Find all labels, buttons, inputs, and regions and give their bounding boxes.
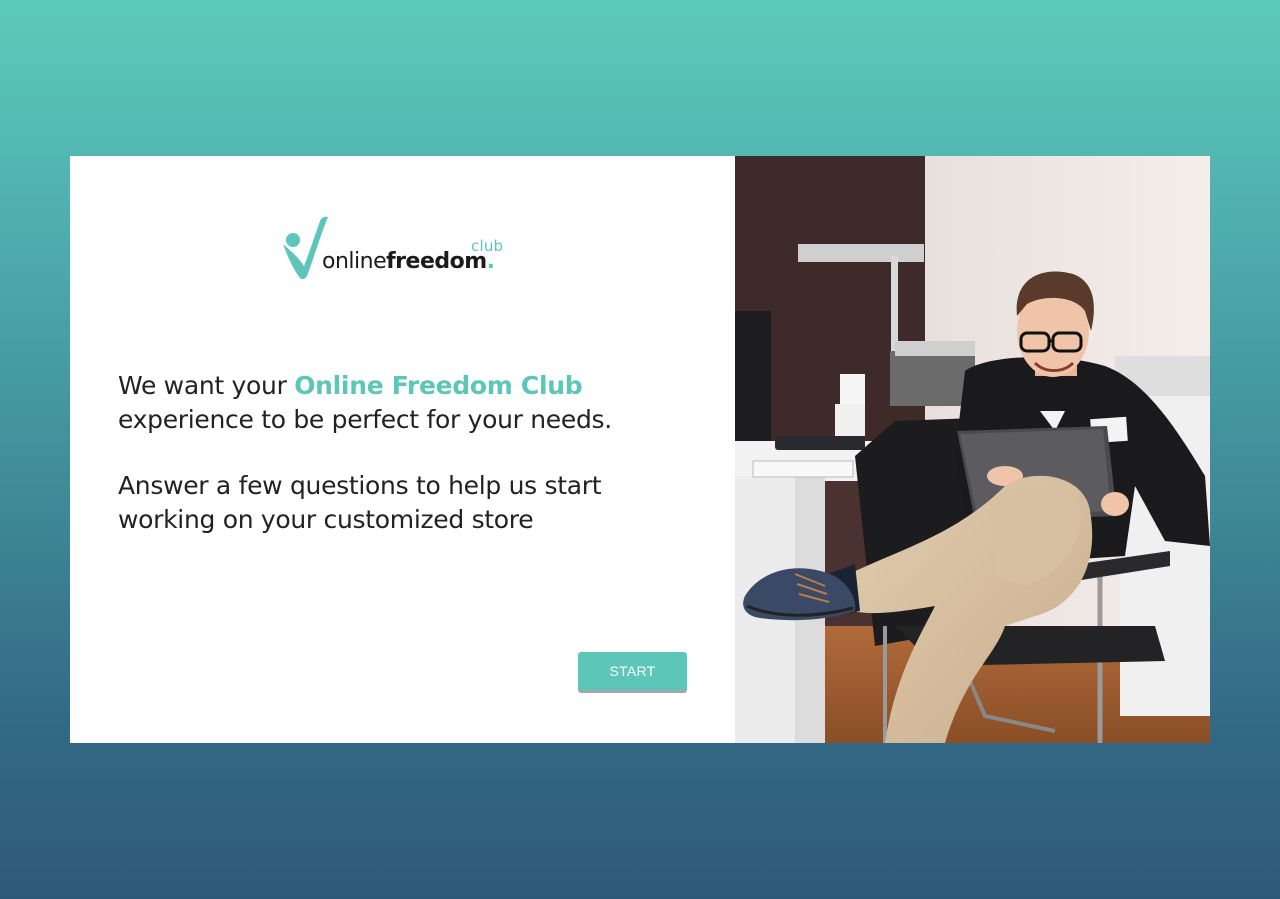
- logo-freedom-text: freedom: [386, 249, 487, 274]
- hero-photo-panel: [735, 156, 1210, 743]
- headline-brand: Online Freedom Club: [294, 371, 583, 400]
- hero-photo: [735, 156, 1210, 743]
- welcome-card: club onlinefreedom. We want your Online …: [70, 156, 1210, 743]
- logo-dot: .: [486, 249, 495, 274]
- headline-suffix: experience to be perfect for your needs.: [118, 405, 612, 434]
- start-button[interactable]: START: [578, 652, 687, 690]
- online-freedom-club-logo: club onlinefreedom.: [280, 214, 530, 284]
- headline-prefix: We want your: [118, 371, 295, 400]
- intro-headline: We want your Online Freedom Club experie…: [118, 369, 698, 437]
- intro-subtext: Answer a few questions to help us start …: [118, 471, 602, 534]
- logo-wordmark: onlinefreedom.: [322, 249, 495, 274]
- logo-online-text: online: [322, 249, 387, 274]
- welcome-panel: club onlinefreedom. We want your Online …: [70, 156, 735, 743]
